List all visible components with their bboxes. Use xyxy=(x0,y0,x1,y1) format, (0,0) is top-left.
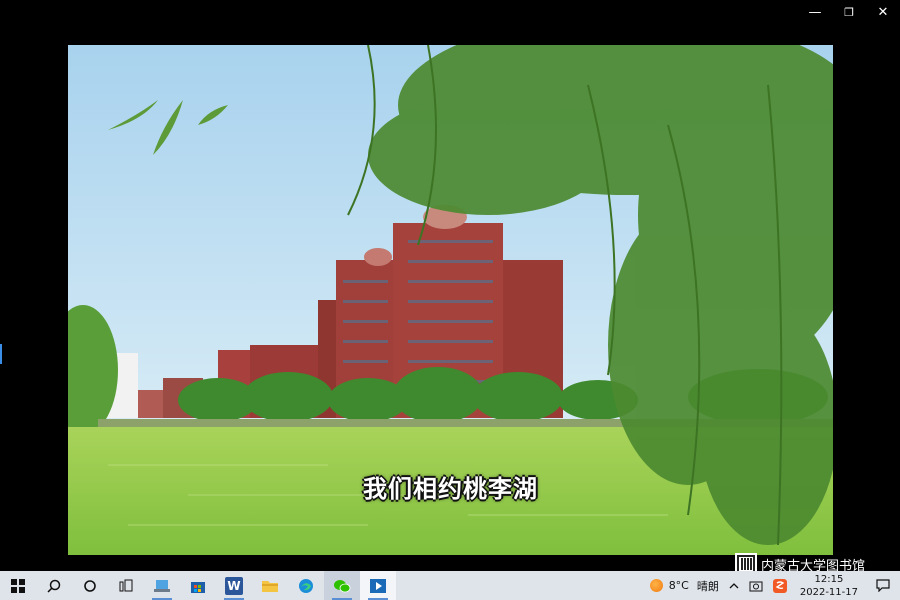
file-explorer-icon xyxy=(262,580,278,592)
close-button[interactable]: ✕ xyxy=(866,0,900,24)
task-view-button[interactable] xyxy=(108,571,144,600)
sunny-weather-icon xyxy=(649,579,663,592)
taskbar: W 8°C 晴朗 12:15 2022-11-17 xyxy=(0,571,900,600)
word-icon: W xyxy=(225,576,243,595)
tray-app-camera[interactable] xyxy=(744,571,768,600)
tray-overflow-button[interactable] xyxy=(724,571,744,600)
weather-condition: 晴朗 xyxy=(696,579,719,593)
windows-start-icon xyxy=(11,578,25,593)
cortana-button[interactable] xyxy=(72,571,108,600)
weather-widget[interactable]: 8°C 晴朗 xyxy=(645,571,724,600)
notification-icon xyxy=(876,579,890,592)
clock-time: 12:15 xyxy=(814,573,844,585)
tray-app-sogou[interactable] xyxy=(768,571,792,600)
edge-icon xyxy=(299,578,313,593)
weather-temperature: 8°C xyxy=(668,579,689,592)
notification-center-button[interactable] xyxy=(866,571,900,600)
video-subtitle: 我们相约桃李湖 xyxy=(363,475,538,503)
maximize-button[interactable]: ❐ xyxy=(832,0,866,24)
media-player-icon xyxy=(370,578,386,593)
wechat-icon xyxy=(334,579,351,592)
cortana-icon xyxy=(84,579,96,592)
system-tray: 8°C 晴朗 12:15 2022-11-17 xyxy=(645,571,900,600)
laptop-icon xyxy=(154,579,170,592)
window-controls: — ❐ ✕ xyxy=(798,0,900,24)
camera-tray-icon xyxy=(749,581,763,591)
taskbar-app-wechat[interactable] xyxy=(324,571,360,600)
taskbar-app-media-player[interactable] xyxy=(360,571,396,600)
video-frame[interactable]: 我们相约桃李湖 xyxy=(68,45,833,555)
search-icon xyxy=(47,579,61,593)
start-button[interactable] xyxy=(0,571,36,600)
chevron-up-icon xyxy=(729,582,739,588)
sogou-input-icon xyxy=(772,578,787,593)
search-button[interactable] xyxy=(36,571,72,600)
taskbar-app-store[interactable] xyxy=(180,571,216,600)
taskbar-app-edge[interactable] xyxy=(288,571,324,600)
edge-marker xyxy=(0,344,2,364)
clock-date: 2022-11-17 xyxy=(799,586,858,598)
taskbar-app-word[interactable]: W xyxy=(216,571,252,600)
taskbar-app-file-explorer[interactable] xyxy=(252,571,288,600)
task-view-icon xyxy=(119,579,133,591)
minimize-button[interactable]: — xyxy=(798,0,832,24)
taskbar-clock[interactable]: 12:15 2022-11-17 xyxy=(792,573,866,599)
taskbar-app-laptop[interactable] xyxy=(144,571,180,600)
store-icon xyxy=(191,581,205,593)
